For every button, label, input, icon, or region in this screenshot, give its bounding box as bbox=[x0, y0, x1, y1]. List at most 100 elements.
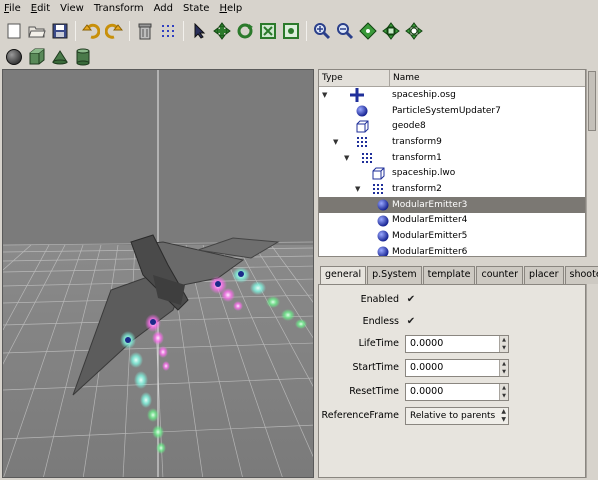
select-arrow-icon bbox=[194, 23, 206, 39]
tree-node-label: ModularEmitter6 bbox=[392, 246, 468, 257]
tree-node-label: ModularEmitter4 bbox=[392, 215, 468, 226]
zoom-in-button[interactable] bbox=[312, 21, 332, 41]
add-cylinder-button[interactable] bbox=[73, 47, 93, 67]
translate-button[interactable] bbox=[381, 21, 401, 41]
tab-template[interactable]: template bbox=[422, 266, 476, 284]
starttime-spinbox[interactable]: 0.0000 ▲ ▼ bbox=[405, 359, 509, 377]
referenceframe-label: ReferenceFrame bbox=[321, 410, 399, 421]
lifetime-value: 0.0000 bbox=[410, 338, 444, 349]
menu-transform[interactable]: Transform bbox=[94, 0, 144, 17]
scene-tree-scrollbar[interactable] bbox=[586, 69, 596, 257]
tree-node-transform9[interactable]: ▼ transform9 bbox=[319, 134, 585, 150]
box-icon bbox=[29, 48, 45, 65]
menu-help-mnemonic: H bbox=[219, 3, 227, 14]
move-button[interactable] bbox=[212, 21, 232, 41]
menu-add[interactable]: Add bbox=[154, 0, 173, 17]
tree-node-particlesystemupdater7[interactable]: ParticleSystemUpdater7 bbox=[319, 103, 585, 119]
scale-button[interactable] bbox=[258, 21, 278, 41]
delete-button[interactable] bbox=[135, 21, 155, 41]
menu-help[interactable]: Help bbox=[219, 0, 242, 17]
redo-button[interactable] bbox=[104, 21, 124, 41]
tree-node-transform1[interactable]: ▼ transform1 bbox=[319, 150, 585, 166]
tree-node-label: transform1 bbox=[392, 152, 442, 163]
expand-arrow-icon[interactable]: ▼ bbox=[333, 138, 338, 146]
resettime-spinbox[interactable]: 0.0000 ▲ ▼ bbox=[405, 383, 509, 401]
menubar: File Edit View Transform Add State Help bbox=[0, 0, 598, 17]
tree-node-modularemitter6[interactable]: ModularEmitter6 bbox=[319, 244, 585, 257]
lifetime-spinbox[interactable]: 0.0000 ▲ ▼ bbox=[405, 335, 509, 353]
tree-node-modularemitter3[interactable]: ModularEmitter3 bbox=[319, 196, 585, 213]
tab-counter[interactable]: counter bbox=[476, 266, 524, 284]
zoom-out-button[interactable] bbox=[335, 21, 355, 41]
expand-arrow-icon[interactable]: ▼ bbox=[322, 91, 327, 99]
orbit-button[interactable] bbox=[404, 21, 424, 41]
properties-scrollbar[interactable] bbox=[586, 284, 596, 478]
enabled-checkbox[interactable]: ✔ bbox=[405, 294, 417, 306]
tree-node-spaceship-osg[interactable]: ▼ spaceship.osg bbox=[319, 87, 585, 103]
prop-lifetime: LifeTime 0.0000 ▲ ▼ bbox=[319, 334, 587, 354]
starttime-spin-arrows[interactable]: ▲ ▼ bbox=[499, 360, 508, 376]
menu-state[interactable]: State bbox=[183, 0, 209, 17]
fit-icon bbox=[283, 23, 299, 39]
property-tabs: general p.System template counter placer… bbox=[320, 266, 598, 285]
menu-view[interactable]: View bbox=[60, 0, 84, 17]
fit-button[interactable] bbox=[281, 21, 301, 41]
menu-file[interactable]: File bbox=[4, 0, 21, 17]
menu-help-label: elp bbox=[227, 3, 243, 14]
column-header-name[interactable]: Name bbox=[390, 70, 585, 86]
scrollbar-thumb[interactable] bbox=[588, 71, 596, 131]
tree-node-modularemitter5[interactable]: ModularEmitter5 bbox=[319, 228, 585, 244]
resettime-label: ResetTime bbox=[349, 386, 399, 397]
starttime-value: 0.0000 bbox=[410, 362, 444, 373]
sphere-icon bbox=[6, 49, 22, 65]
cylinder-icon bbox=[76, 48, 90, 66]
referenceframe-combobox[interactable]: Relative to parents ▲ ▼ bbox=[405, 407, 509, 425]
open-button[interactable] bbox=[27, 21, 47, 41]
menu-edit[interactable]: Edit bbox=[31, 0, 50, 17]
tab-placer[interactable]: placer bbox=[524, 266, 564, 284]
lifetime-spin-arrows[interactable]: ▲ ▼ bbox=[499, 336, 508, 352]
undo-button[interactable] bbox=[81, 21, 101, 41]
add-box-button[interactable] bbox=[27, 47, 47, 67]
tree-node-label: ParticleSystemUpdater7 bbox=[392, 105, 501, 116]
endless-label: Endless bbox=[362, 316, 399, 327]
cone-icon bbox=[52, 50, 68, 65]
save-button[interactable] bbox=[50, 21, 70, 41]
cube-outline-icon bbox=[355, 119, 369, 133]
cube-outline-icon bbox=[371, 166, 385, 180]
rotate-button[interactable] bbox=[235, 21, 255, 41]
pan-button[interactable] bbox=[358, 21, 378, 41]
tree-node-spaceship-lwo[interactable]: spaceship.lwo bbox=[319, 165, 585, 181]
tree-node-geode8[interactable]: geode8 bbox=[319, 118, 585, 134]
blue-sphere-icon bbox=[376, 245, 390, 256]
tree-node-transform2[interactable]: ▼ transform2 bbox=[319, 181, 585, 197]
menu-view-label: View bbox=[60, 3, 84, 14]
tab-p-system[interactable]: p.System bbox=[367, 266, 422, 284]
scene-tree[interactable]: Type Name ▼ spaceship.osg ParticleSystemUp… bbox=[318, 69, 586, 257]
grid-button[interactable] bbox=[158, 21, 178, 41]
column-header-type[interactable]: Type bbox=[319, 70, 390, 86]
delete-icon bbox=[138, 23, 152, 40]
add-cone-button[interactable] bbox=[50, 47, 70, 67]
toolbar-separator bbox=[183, 21, 184, 41]
move-icon bbox=[213, 22, 231, 40]
toolbar-separator bbox=[75, 21, 76, 41]
referenceframe-value: Relative to parents bbox=[410, 411, 496, 421]
select-button[interactable] bbox=[189, 21, 209, 41]
undo-icon bbox=[82, 23, 100, 39]
new-icon bbox=[7, 23, 21, 39]
3d-viewport[interactable] bbox=[2, 69, 314, 478]
endless-checkbox[interactable]: ✔ bbox=[405, 316, 417, 328]
expand-arrow-icon[interactable]: ▼ bbox=[344, 154, 349, 162]
expand-arrow-icon[interactable]: ▼ bbox=[355, 185, 360, 193]
tab-general[interactable]: general bbox=[320, 266, 367, 285]
menu-file-label: ile bbox=[9, 3, 21, 14]
new-button[interactable] bbox=[4, 21, 24, 41]
add-sphere-button[interactable] bbox=[4, 47, 24, 67]
tab-shooter[interactable]: shooter bbox=[564, 266, 598, 284]
tree-node-modularemitter4[interactable]: ModularEmitter4 bbox=[319, 213, 585, 229]
zoom-out-icon bbox=[337, 23, 354, 40]
toolbar-separator bbox=[306, 21, 307, 41]
scene-tree-header: Type Name bbox=[319, 70, 585, 87]
resettime-spin-arrows[interactable]: ▲ ▼ bbox=[499, 384, 508, 400]
